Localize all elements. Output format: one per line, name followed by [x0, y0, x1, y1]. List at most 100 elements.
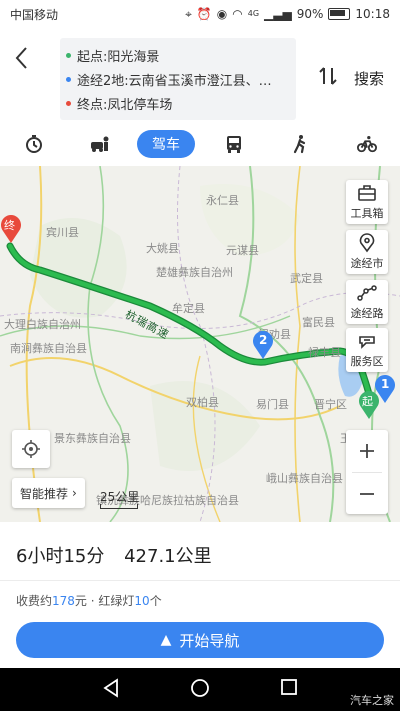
status-bar: 中国移动 ⌖ ⏰ ◉ ◠ 4G ▁▃▅ 90% 10:18 — [0, 0, 400, 28]
back-button[interactable] — [12, 44, 36, 74]
route-end-label: 终点:凤北停车场 — [77, 98, 173, 113]
distance: 427.1公里 — [124, 546, 212, 567]
duration: 6小时15分 — [16, 546, 105, 567]
tab-drive[interactable]: 驾车 — [137, 130, 195, 158]
eye-icon: ◉ — [216, 7, 228, 21]
battery-icon — [328, 8, 351, 20]
place-label: 宾川县 — [46, 226, 79, 239]
start-navigation-button[interactable]: ▲ 开始导航 — [16, 622, 384, 658]
via-city-label: 途经市 — [350, 257, 384, 270]
divider — [0, 580, 400, 581]
swap-icon — [319, 67, 337, 85]
chevron-right-icon: › — [72, 486, 77, 500]
route-nodes-icon — [357, 285, 377, 301]
toolbox-icon — [358, 185, 376, 201]
bus-icon — [227, 136, 241, 153]
route-box[interactable]: 起点:阳光海景 途经2地:云南省玉溪市澄江县、… 终点:凤北停车场 — [60, 38, 296, 120]
plus-icon — [360, 444, 374, 458]
home-nav-button[interactable] — [190, 678, 210, 702]
place-label: 牟定县 — [172, 302, 205, 315]
place-label: 大理白族自治州 — [4, 318, 81, 331]
route-summary[interactable]: 6小时15分 427.1公里 — [16, 542, 226, 568]
end-marker[interactable]: 终 — [0, 214, 22, 244]
location-pin-icon — [359, 233, 375, 253]
service-area-label: 服务区 — [350, 355, 384, 368]
via-marker-label: 1 — [381, 377, 390, 391]
tab-bike[interactable] — [354, 130, 380, 158]
route-start[interactable]: 起点:阳光海景 — [66, 46, 292, 65]
start-marker[interactable]: 起 — [358, 390, 380, 420]
clock: 10:18 — [355, 7, 390, 21]
circle-home-icon — [191, 679, 209, 697]
tab-walk[interactable] — [288, 130, 312, 158]
via-dot — [66, 77, 71, 82]
route-end[interactable]: 终点:凤北停车场 — [66, 94, 292, 113]
mode-tabs: 驾车 — [0, 126, 400, 166]
route-via-label: 途经2地:云南省玉溪市澄江县、… — [77, 74, 272, 89]
start-dot — [66, 53, 71, 58]
separator: · — [86, 594, 99, 608]
location-icon: ⌖ — [185, 7, 192, 21]
route-header: 起点:阳光海景 途经2地:云南省玉溪市澄江县、… 终点:凤北停车场 搜索 — [0, 28, 400, 126]
start-marker-label: 起 — [362, 395, 373, 408]
place-label: 双柏县 — [186, 396, 219, 409]
service-area-icon — [359, 336, 375, 349]
walk-icon — [293, 135, 306, 154]
tab-taxi[interactable] — [22, 130, 46, 158]
via-marker-2[interactable]: 2 — [252, 330, 274, 360]
map-view[interactable]: 永仁县 宾川县 大姚县 元谋县 楚雄彝族自治州 武定县 牟定县 禄劝县 富民县 … — [0, 166, 400, 522]
status-icons: ⌖ ⏰ ◉ ◠ 4G ▁▃▅ 90% 10:18 — [185, 7, 400, 21]
tab-designated-driver[interactable] — [88, 130, 112, 158]
place-label: 大姚县 — [146, 242, 179, 255]
via-road-label: 途经路 — [350, 307, 384, 320]
zoom-out-button[interactable] — [346, 473, 388, 515]
end-marker-label: 终 — [4, 219, 15, 232]
search-button[interactable]: 搜索 — [354, 68, 384, 89]
car-person-icon — [91, 136, 109, 152]
zoom-control — [346, 430, 388, 514]
triangle-back-icon — [103, 678, 118, 698]
toolbox-button[interactable]: 工具箱 — [346, 180, 388, 224]
tab-bus[interactable] — [222, 130, 246, 158]
minus-icon — [360, 493, 374, 495]
place-label: 晋宁区 — [314, 398, 347, 411]
route-summary-panel: 6小时15分 427.1公里 收费约178元 · 红绿灯10个 ▲ 开始导航 — [0, 522, 400, 668]
place-label: 禄丰县 — [308, 346, 341, 359]
place-label: 南涧彝族自治县 — [10, 342, 87, 355]
signal-icon: ▁▃▅ — [264, 7, 292, 21]
square-recents-icon — [281, 679, 297, 695]
place-label: 富民县 — [302, 316, 335, 329]
bike-icon — [357, 136, 377, 153]
start-navigation-label: 开始导航 — [179, 631, 240, 650]
end-dot — [66, 101, 71, 106]
place-label: 易门县 — [256, 398, 289, 411]
back-nav-button[interactable] — [102, 678, 120, 702]
service-area-button[interactable]: 服务区 — [346, 328, 388, 372]
battery-percent: 90% — [296, 7, 324, 21]
route-start-label: 起点:阳光海景 — [77, 50, 160, 65]
toll-unit: 元 — [74, 594, 87, 608]
lights-value: 10 — [134, 594, 150, 608]
lights-unit: 个 — [149, 594, 162, 608]
chevron-left-icon — [15, 47, 27, 69]
map-scale: 25公里 — [100, 490, 140, 504]
toll-prefix: 收费约 — [16, 594, 53, 608]
swap-button[interactable] — [316, 64, 340, 93]
smart-recommend-button[interactable]: 智能推荐 › — [12, 478, 85, 508]
scale-bar — [100, 504, 138, 509]
place-label: 武定县 — [290, 272, 323, 285]
lights-prefix: 红绿灯 — [98, 594, 135, 608]
place-label: 景东彝族自治县 — [54, 432, 131, 445]
zoom-in-button[interactable] — [346, 430, 388, 472]
route-via[interactable]: 途经2地:云南省玉溪市澄江县、… — [66, 70, 292, 89]
route-costs: 收费约178元 · 红绿灯10个 — [16, 592, 162, 609]
via-road-button[interactable]: 途经路 — [346, 280, 388, 324]
place-label: 峨山彝族自治县 — [266, 472, 343, 485]
locate-button[interactable] — [12, 430, 50, 468]
system-nav-bar — [0, 668, 400, 711]
recents-nav-button[interactable] — [280, 678, 298, 700]
carrier-label: 中国移动 — [10, 7, 59, 22]
via-city-button[interactable]: 途经市 — [346, 230, 388, 274]
watermark: 汽车之家 — [350, 694, 394, 707]
place-label: 元谋县 — [226, 244, 259, 257]
